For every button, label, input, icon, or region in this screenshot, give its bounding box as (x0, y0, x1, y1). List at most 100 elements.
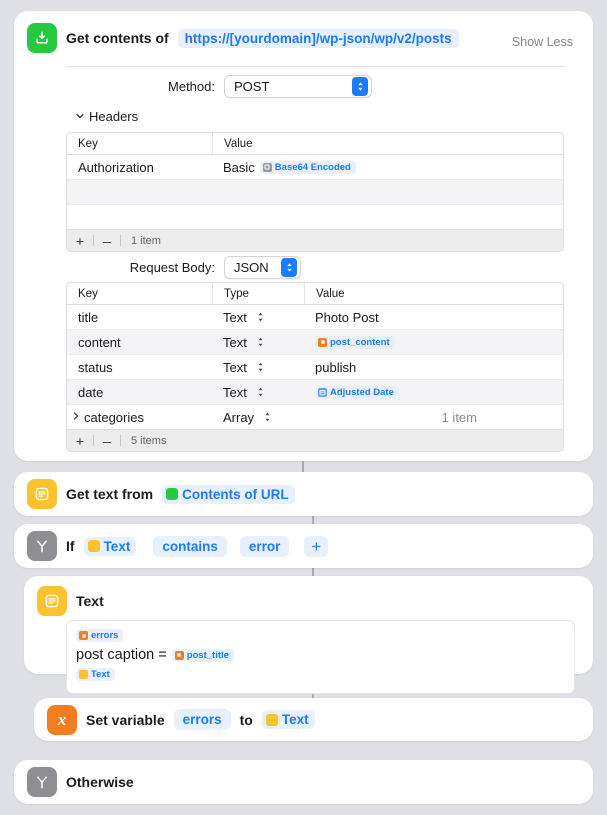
table-row[interactable]: status Text publish (67, 355, 563, 379)
body-value-cell[interactable]: publish (304, 355, 563, 379)
base64-token-label: Base64 Encoded (274, 161, 351, 173)
request-body-table-footer: + – 5 items (67, 429, 563, 451)
chevron-right-icon[interactable] (72, 411, 80, 424)
body-value-text: publish (315, 359, 357, 375)
method-select[interactable]: POST (224, 75, 372, 98)
remove-header-button[interactable]: – (94, 233, 120, 249)
contents-of-url-token-label: Contents of URL (182, 486, 289, 502)
set-variable-row: x Set variable errors to Text (34, 698, 593, 741)
errors-token[interactable]: errors (76, 629, 124, 643)
table-row[interactable] (67, 180, 563, 204)
body-value-cell[interactable]: Photo Post (304, 305, 563, 329)
base64-encoded-token[interactable]: Base64 Encoded (259, 160, 356, 174)
body-value-cell[interactable]: post_content (304, 330, 563, 354)
table-row[interactable]: content Text post_content (67, 330, 563, 354)
request-body-label: Request Body: (129, 260, 215, 275)
header-key-cell[interactable] (67, 180, 212, 204)
otherwise-action-card[interactable]: Otherwise (14, 760, 593, 804)
type-stepper-icon[interactable] (256, 386, 265, 398)
yellow-square-icon (87, 540, 100, 552)
text-action-input[interactable]: errors post caption = post_title Text (66, 620, 575, 694)
if-variable-token-label: Text (103, 538, 131, 554)
url-pill[interactable]: https://[yourdomain]/wp-json/wp/v2/posts (177, 28, 459, 48)
body-type-cell[interactable]: Text (212, 355, 304, 379)
method-row: Method: POST (14, 75, 593, 98)
table-row[interactable]: date Text Adjusted Date (67, 380, 563, 404)
url-action-title: Get contents of (66, 30, 169, 46)
if-action-card[interactable]: If Text contains error + (14, 524, 593, 568)
add-body-field-button[interactable]: + (67, 433, 93, 449)
if-value-field[interactable]: error (239, 535, 290, 557)
headers-table-head: Key Value (67, 133, 563, 155)
add-header-button[interactable]: + (67, 233, 93, 249)
table-row[interactable] (67, 205, 563, 229)
get-text-action-card[interactable]: Get text from Contents of URL (14, 472, 593, 516)
table-row[interactable]: title Text Photo Post (67, 305, 563, 329)
text-line-2-static: post caption = (76, 646, 167, 663)
headers-col-value: Value (212, 133, 563, 154)
variable-name-field[interactable]: errors (173, 709, 231, 730)
body-value-cell[interactable]: 1 item (304, 405, 563, 429)
body-col-type: Type (212, 283, 304, 304)
type-stepper-icon[interactable] (256, 336, 265, 348)
request-body-table-head: Key Type Value (67, 283, 563, 305)
get-text-row: Get text from Contents of URL (14, 472, 593, 516)
body-key-cell[interactable]: content (67, 330, 212, 354)
if-add-condition-button[interactable]: + (304, 535, 329, 557)
text-variable-token[interactable]: Text (76, 668, 115, 682)
post-content-token[interactable]: post_content (315, 335, 395, 349)
body-value-cell[interactable]: Adjusted Date (304, 380, 563, 404)
set-variable-action-card[interactable]: x Set variable errors to Text (34, 698, 593, 741)
body-type-cell[interactable]: Array (212, 405, 304, 429)
body-key-cell[interactable]: categories (67, 405, 212, 429)
body-type-cell[interactable]: Text (212, 305, 304, 329)
type-stepper-icon[interactable] (256, 361, 265, 373)
text-lines-icon (37, 586, 67, 616)
headers-disclosure-toggle[interactable]: Headers (75, 109, 138, 124)
body-key-cell[interactable]: status (67, 355, 212, 379)
if-condition-select[interactable]: contains (153, 535, 227, 557)
text-line-2: post caption = post_title (76, 647, 565, 664)
body-type-value: Text (223, 309, 247, 325)
adjusted-date-token-label: Adjusted Date (330, 386, 394, 398)
method-stepper-icon[interactable] (352, 77, 368, 96)
type-stepper-icon[interactable] (256, 311, 265, 323)
set-variable-value-token[interactable]: Text (261, 710, 315, 729)
text-action-card[interactable]: Text errors post caption = post_title Te… (24, 576, 593, 694)
body-col-value: Value (304, 283, 563, 304)
body-key-cell[interactable]: title (67, 305, 212, 329)
header-key-cell[interactable] (67, 205, 212, 229)
method-value: POST (234, 79, 270, 94)
text-line-3: Text (76, 666, 565, 685)
request-body-table[interactable]: Key Type Value title Text Photo Post con… (66, 282, 564, 452)
body-type-cell[interactable]: Text (212, 330, 304, 354)
table-row[interactable]: categories Array 1 item (67, 405, 563, 429)
if-row: If Text contains error + (14, 524, 593, 568)
text-action-header: Text (24, 576, 593, 616)
variable-x-icon: x (47, 704, 77, 735)
orange-var-icon (79, 631, 88, 641)
text-variable-token-label: Text (91, 669, 110, 681)
show-less-button[interactable]: Show Less (512, 35, 573, 49)
if-variable-token[interactable]: Text (83, 536, 137, 556)
request-body-stepper-icon[interactable] (281, 258, 297, 277)
request-body-format-select[interactable]: JSON (224, 256, 301, 279)
text-lines-icon (27, 479, 57, 509)
contents-of-url-token[interactable]: Contents of URL (162, 484, 295, 504)
table-row[interactable]: Authorization Basic Base64 Encoded (67, 155, 563, 179)
body-type-cell[interactable]: Text (212, 380, 304, 404)
headers-table[interactable]: Key Value Authorization Basic Base64 Enc… (66, 132, 564, 252)
post-title-token[interactable]: post_title (171, 648, 234, 663)
body-key-cell[interactable]: date (67, 380, 212, 404)
type-stepper-icon[interactable] (263, 411, 272, 423)
remove-body-field-button[interactable]: – (94, 433, 120, 449)
get-contents-of-url-action-card[interactable]: Get contents of https://[yourdomain]/wp-… (14, 11, 593, 461)
header-value-cell[interactable] (212, 205, 563, 229)
adjusted-date-token[interactable]: Adjusted Date (315, 385, 399, 399)
header-value-cell[interactable]: Basic Base64 Encoded (212, 155, 563, 179)
method-label: Method: (168, 79, 215, 94)
header-value-cell[interactable] (212, 180, 563, 204)
header-key-cell[interactable]: Authorization (67, 155, 212, 179)
otherwise-title: Otherwise (66, 774, 134, 790)
post-content-token-label: post_content (330, 336, 390, 348)
